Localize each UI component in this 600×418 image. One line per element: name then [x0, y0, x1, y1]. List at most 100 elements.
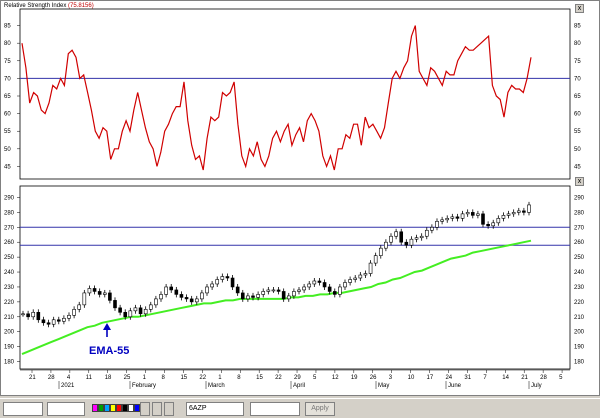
bottom-toolbar: 6AZP Apply — [0, 398, 600, 418]
price-pane-border — [19, 185, 571, 370]
date-tick-label: 17 — [427, 375, 434, 381]
line-style-combo[interactable] — [3, 402, 43, 416]
price-bar-body — [516, 210, 521, 213]
price-bar-body — [41, 319, 46, 324]
price-bar-body — [332, 291, 337, 295]
date-tick-label: 3 — [389, 375, 393, 381]
price-bar-body — [297, 289, 301, 292]
price-bar-body — [220, 276, 225, 280]
date-tick-label: 15 — [256, 375, 263, 381]
zoom-tool-icon[interactable] — [164, 402, 174, 416]
price-bar-body — [496, 218, 501, 224]
price-tick-label-left: 190 — [4, 345, 15, 351]
date-tick-label: 7 — [483, 375, 487, 381]
date-tick-label: 8 — [237, 375, 241, 381]
rsi-tick-label-left: 60 — [4, 112, 11, 118]
price-bar-body — [77, 304, 82, 310]
price-bar-body — [399, 231, 404, 243]
price-bar-body — [281, 291, 286, 300]
price-bar-body — [179, 294, 184, 298]
price-bar-body — [154, 298, 158, 306]
price-bar-body — [215, 279, 220, 285]
price-tick-label-left: 240 — [4, 270, 15, 276]
price-bar-body — [138, 307, 143, 315]
price-bar-body — [148, 304, 153, 310]
ticker-field[interactable]: 6AZP — [186, 402, 244, 416]
price-bar-body — [527, 204, 531, 213]
price-bar-body — [26, 313, 30, 318]
price-bar-body — [21, 313, 25, 316]
price-bar-body — [62, 317, 66, 322]
price-tick-label-right: 280 — [574, 210, 585, 216]
price-bar-body — [481, 213, 485, 225]
date-tick-label: 21 — [521, 375, 528, 381]
month-label: May — [378, 383, 389, 389]
date-tick-label: 14 — [502, 375, 509, 381]
apply-button[interactable]: Apply — [305, 402, 335, 416]
price-tick-label-right: 180 — [574, 360, 585, 366]
price-tick-label-left: 290 — [4, 195, 15, 201]
price-bar-body — [31, 312, 36, 318]
month-label: April — [293, 383, 305, 389]
month-label: 2021 — [61, 383, 75, 389]
price-bar-body — [82, 292, 87, 306]
price-bar-body — [87, 288, 92, 294]
price-tick-label-right: 250 — [574, 255, 585, 261]
select-tool-icon[interactable] — [152, 402, 162, 416]
price-bar-body — [256, 294, 260, 298]
price-tick-label-right: 220 — [574, 300, 585, 306]
price-bar-body — [460, 213, 465, 219]
date-tick-label: 29 — [294, 375, 301, 381]
price-bar-body — [511, 212, 516, 215]
date-tick-label: 12 — [332, 375, 339, 381]
price-bar-body — [143, 309, 148, 315]
price-bar-body — [251, 295, 255, 298]
price-bar-body — [51, 319, 56, 325]
price-bar-body — [450, 216, 455, 219]
price-bar-body — [419, 235, 424, 239]
price-tick-label-right: 230 — [574, 285, 585, 291]
price-bar-body — [506, 213, 511, 216]
price-bar-body — [159, 294, 163, 300]
price-tick-label-left: 260 — [4, 240, 15, 246]
date-tick-label: 10 — [408, 375, 415, 381]
price-bar-body — [414, 237, 419, 240]
price-bar-body — [378, 247, 383, 256]
date-tick-label: 25 — [124, 375, 131, 381]
date-tick-label: 18 — [105, 375, 112, 381]
price-tick-label-right: 260 — [574, 240, 585, 246]
app-frame: Relative Strength Index (75.8156) x x 85… — [0, 0, 600, 418]
draw-tool-icon[interactable] — [140, 402, 150, 416]
price-bar-body — [174, 289, 179, 295]
price-bar-body — [486, 224, 490, 227]
price-bar-body — [67, 314, 71, 319]
date-tick-label: 24 — [445, 375, 452, 381]
price-bar-body — [363, 273, 368, 276]
price-bar-body — [307, 283, 312, 288]
price-plot — [21, 201, 532, 356]
price-bar-body — [465, 212, 470, 215]
price-tick-label-left: 250 — [4, 255, 15, 261]
rsi-tick-label-right: 50 — [574, 147, 581, 153]
price-tick-label-left: 210 — [4, 315, 15, 321]
rsi-tick-label-left: 80 — [4, 41, 11, 47]
date-tick-label: 1 — [218, 375, 222, 381]
price-bar-body — [501, 215, 506, 219]
price-bar-body — [476, 213, 480, 216]
price-bar-body — [261, 291, 266, 295]
rsi-tick-label-left: 55 — [4, 129, 11, 135]
price-tick-label-left: 230 — [4, 285, 15, 291]
rsi-tick-label-right: 65 — [574, 94, 581, 100]
line-width-combo[interactable] — [47, 402, 85, 416]
price-bar-body — [276, 289, 281, 292]
rsi-tick-label-right: 45 — [574, 164, 581, 170]
price-bar-body — [128, 310, 133, 318]
price-bar-body — [343, 282, 347, 288]
price-bar-body — [430, 226, 434, 231]
price-bar-body — [338, 286, 342, 295]
chart-canvas[interactable]: 85 8580 8075 7570 7065 6560 6055 5550 5045 45290 2… — [1, 1, 600, 397]
period-combo[interactable] — [250, 402, 300, 416]
date-tick-label: 5 — [559, 375, 563, 381]
price-bar-body — [240, 292, 245, 300]
date-tick-label: 26 — [370, 375, 377, 381]
